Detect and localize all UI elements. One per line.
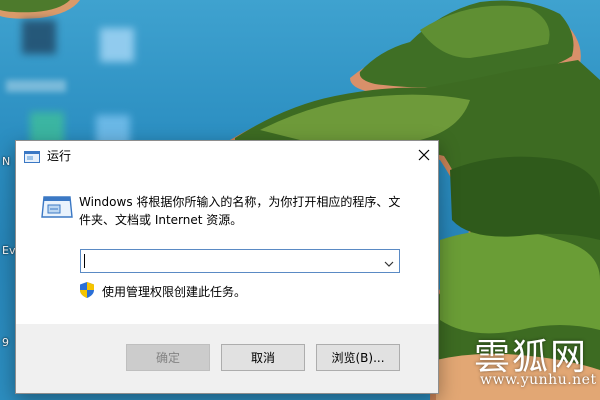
dialog-description: Windows 将根据你所输入的名称，为你打开相应的程序、文件夹、文档或 Int…: [79, 195, 401, 227]
close-icon: [418, 149, 430, 161]
run-icon: [24, 148, 40, 163]
dialog-button-bar: 确定 取消 浏览(B)...: [16, 324, 438, 393]
uac-shield-icon: [80, 282, 94, 298]
watermark-url: www.yunhu.net: [480, 372, 597, 388]
open-input[interactable]: [81, 250, 379, 272]
blurred-desktop-icon[interactable]: [22, 20, 56, 54]
text-cursor: [84, 254, 85, 268]
desktop-icon-label-fragment: 9: [2, 336, 9, 349]
run-icon: [41, 195, 73, 219]
run-dialog: 运行 Windows 将根据你所输入的名称，为你打开相应的程序、文件夹、文档或 …: [15, 140, 439, 394]
dialog-title: 运行: [47, 149, 72, 163]
ok-button[interactable]: 确定: [126, 344, 210, 371]
admin-privilege-text: 使用管理权限创建此任务。: [102, 285, 247, 299]
desktop-icon-label-fragment: N: [2, 155, 11, 168]
desktop-icon-label-fragment: Ev: [2, 244, 16, 257]
chevron-down-icon[interactable]: [383, 255, 395, 267]
browse-button[interactable]: 浏览(B)...: [316, 344, 400, 371]
blurred-desktop-label: [6, 80, 66, 92]
title-bar[interactable]: 运行: [16, 141, 438, 169]
cancel-button[interactable]: 取消: [221, 344, 305, 371]
open-combobox[interactable]: [80, 249, 400, 273]
blurred-desktop-icon[interactable]: [100, 28, 134, 62]
close-button[interactable]: [410, 141, 438, 169]
